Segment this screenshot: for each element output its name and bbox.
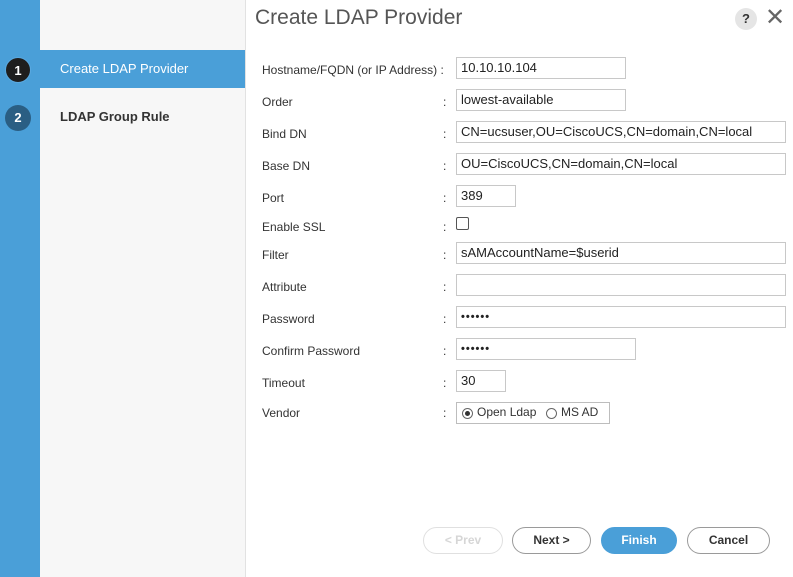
bind-dn-label: Bind DN (262, 127, 307, 141)
dialog-title: Create LDAP Provider (255, 6, 463, 29)
step-1-number: 1 (5, 57, 31, 83)
step-create-ldap-provider[interactable]: Create LDAP Provider (40, 50, 245, 88)
confirm-password-label: Confirm Password (262, 344, 361, 358)
base-dn-colon: : (443, 159, 447, 173)
vendor-label: Vendor (262, 406, 301, 420)
order-input[interactable]: lowest-available (456, 89, 626, 111)
attribute-input[interactable] (456, 274, 786, 296)
port-colon: : (443, 191, 447, 205)
port-label: Port (262, 191, 285, 205)
cancel-button[interactable]: Cancel (687, 527, 770, 554)
filter-input[interactable]: sAMAccountName=$userid (456, 242, 786, 264)
password-colon: : (443, 312, 447, 326)
step-2-number: 2 (5, 105, 31, 131)
attribute-label: Attribute (262, 280, 307, 294)
confirm-password-input[interactable]: •••••• (456, 338, 636, 360)
filter-colon: : (443, 248, 447, 262)
hostname-label: Hostname/FQDN (or IP Address) : (262, 63, 444, 77)
next-button[interactable]: Next > (512, 527, 591, 554)
close-icon[interactable]: ✕ (764, 5, 786, 31)
password-label: Password (262, 312, 315, 326)
finish-button[interactable]: Finish (601, 527, 677, 554)
attribute-colon: : (443, 280, 447, 294)
base-dn-input[interactable]: OU=CiscoUCS,CN=domain,CN=local (456, 153, 786, 175)
vendor-open-ldap-radio[interactable] (462, 408, 473, 419)
help-icon[interactable]: ? (735, 8, 757, 30)
step-ldap-group-rule[interactable]: LDAP Group Rule (40, 98, 245, 136)
timeout-input[interactable]: 30 (456, 370, 506, 392)
vendor-open-ldap-label[interactable]: Open Ldap (477, 405, 536, 419)
confirm-password-colon: : (443, 344, 447, 358)
enable-ssl-colon: : (443, 220, 447, 234)
enable-ssl-checkbox[interactable] (456, 217, 469, 230)
enable-ssl-label: Enable SSL (262, 220, 326, 234)
bind-dn-colon: : (443, 127, 447, 141)
filter-label: Filter (262, 248, 289, 262)
hostname-input[interactable]: 10.10.10.104 (456, 57, 626, 79)
vendor-colon: : (443, 406, 447, 420)
vendor-ms-ad-radio[interactable] (546, 408, 557, 419)
bind-dn-input[interactable]: CN=ucsuser,OU=CiscoUCS,CN=domain,CN=loca… (456, 121, 786, 143)
timeout-colon: : (443, 376, 447, 390)
vendor-radio-group: Open Ldap MS AD (456, 402, 610, 424)
port-input[interactable]: 389 (456, 185, 516, 207)
order-colon: : (443, 95, 447, 109)
order-label: Order (262, 95, 293, 109)
vendor-ms-ad-label[interactable]: MS AD (561, 405, 598, 419)
timeout-label: Timeout (262, 376, 305, 390)
password-input[interactable]: •••••• (456, 306, 786, 328)
base-dn-label: Base DN (262, 159, 311, 173)
wizard-step-rail (0, 0, 40, 577)
prev-button[interactable]: < Prev (423, 527, 503, 554)
